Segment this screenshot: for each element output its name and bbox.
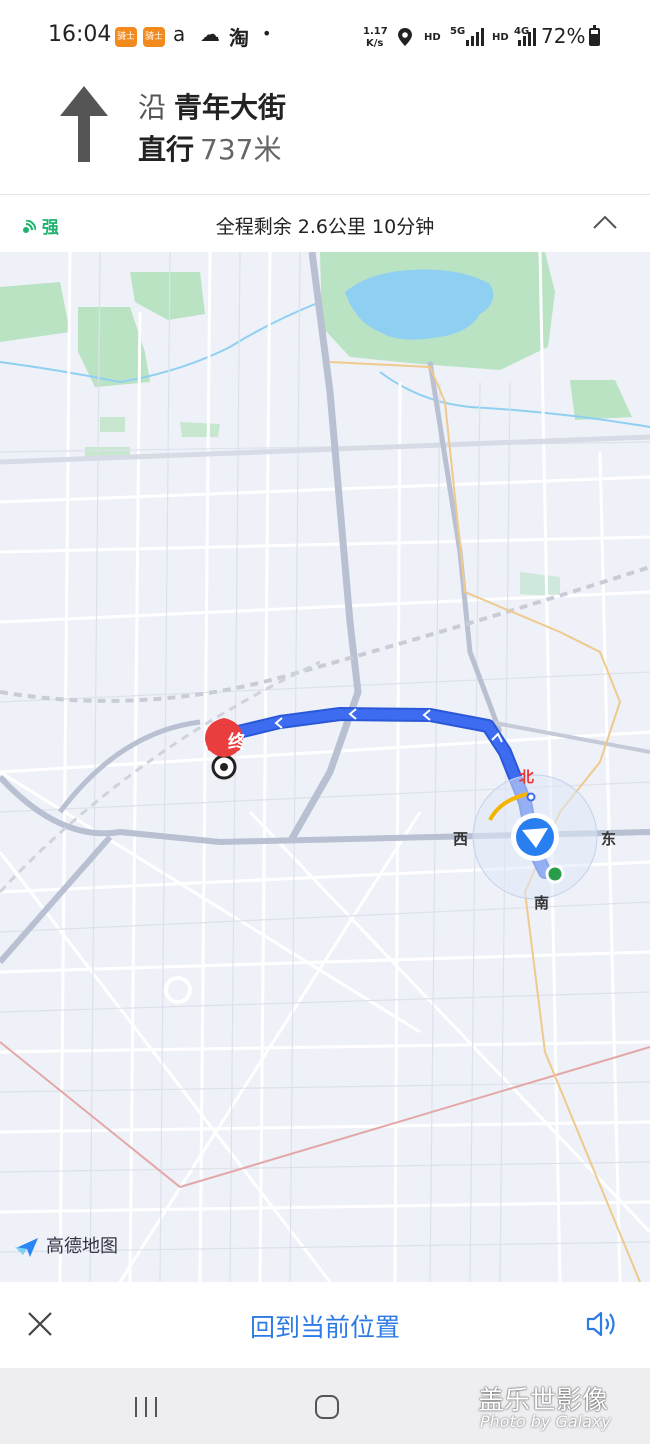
status-bar: 16:04 骑士 骑士 a ☁ 淘 • 1.17 K/s HD 5G HD 4G… [0,0,650,72]
chevron-up-icon[interactable] [592,213,618,231]
location-icon [398,28,412,46]
main-road [427,361,503,733]
app-badge-icon: 骑士 [143,27,165,47]
speaker-icon[interactable] [584,1308,620,1340]
compass-west-label: 西 [453,830,469,848]
railway [0,1041,650,1189]
park-area [570,380,632,420]
app-badge-icon: 骑士 [115,27,137,47]
roundabout [164,976,192,1004]
remaining-distance-time: 全程剩余 2.6公里 10分钟 [215,216,435,238]
signal-bars-icon [518,28,536,46]
park-area [85,417,220,457]
action-text: 直行 [138,133,195,166]
watermark-subtitle: Photo by Galaxy [480,1412,611,1431]
network-type-label: 5G [450,26,466,37]
map-canvas[interactable] [0,252,650,1282]
map-brand: 高德地图 [14,1232,118,1258]
main-road [489,720,650,754]
hd-label: HD [492,32,509,43]
destination-label: 终 [228,732,246,753]
home-icon[interactable] [313,1393,341,1421]
map-brand-name: 高德地图 [46,1236,118,1257]
net-speed-unit: K/s [366,38,384,49]
compass-north-label: 北 [519,768,535,786]
straight-arrow-icon [60,86,108,162]
battery-percent: 72% [541,24,586,48]
along-word: 沿 [138,91,167,124]
map-view[interactable]: 终 北 西 东 南 [0,252,650,1282]
road-name: 青年大街 [174,91,287,124]
hd-label: HD [424,32,441,43]
battery-fill [591,33,598,44]
net-speed-value: 1.17 [363,26,388,37]
recent-apps-icon[interactable] [133,1396,159,1418]
status-time: 16:04 [48,22,112,47]
route-summary-bar[interactable]: 强 全程剩余 2.6公里 10分钟 [0,195,650,253]
taobao-icon: 淘 [229,26,249,50]
compass-east-label: 东 [601,830,617,848]
system-navigation-bar: 盖乐世影像 Photo by Galaxy [0,1368,650,1444]
recenter-button[interactable]: 回到当前位置 [0,1308,650,1344]
turn-instruction-panel: 沿青年大街 直行 737米 [0,72,650,195]
signal-bars-icon [466,28,484,46]
weather-icon: ☁ [200,22,220,46]
minor-streets [0,252,650,1282]
distance-instruction: 直行 737米 [138,128,281,168]
distance-to-turn: 737米 [200,133,282,166]
bottom-action-bar: 回到当前位置 [0,1282,650,1368]
park-area [520,572,560,597]
current-position-marker [472,774,598,900]
road-instruction: 沿青年大街 [138,86,286,126]
battery-icon [589,25,600,46]
notification-dot-icon: • [262,24,272,43]
amap-logo-icon [15,1238,38,1257]
app-notification-icon: a [173,22,186,46]
park-area [0,282,70,342]
compass-south-label: 南 [534,894,550,912]
